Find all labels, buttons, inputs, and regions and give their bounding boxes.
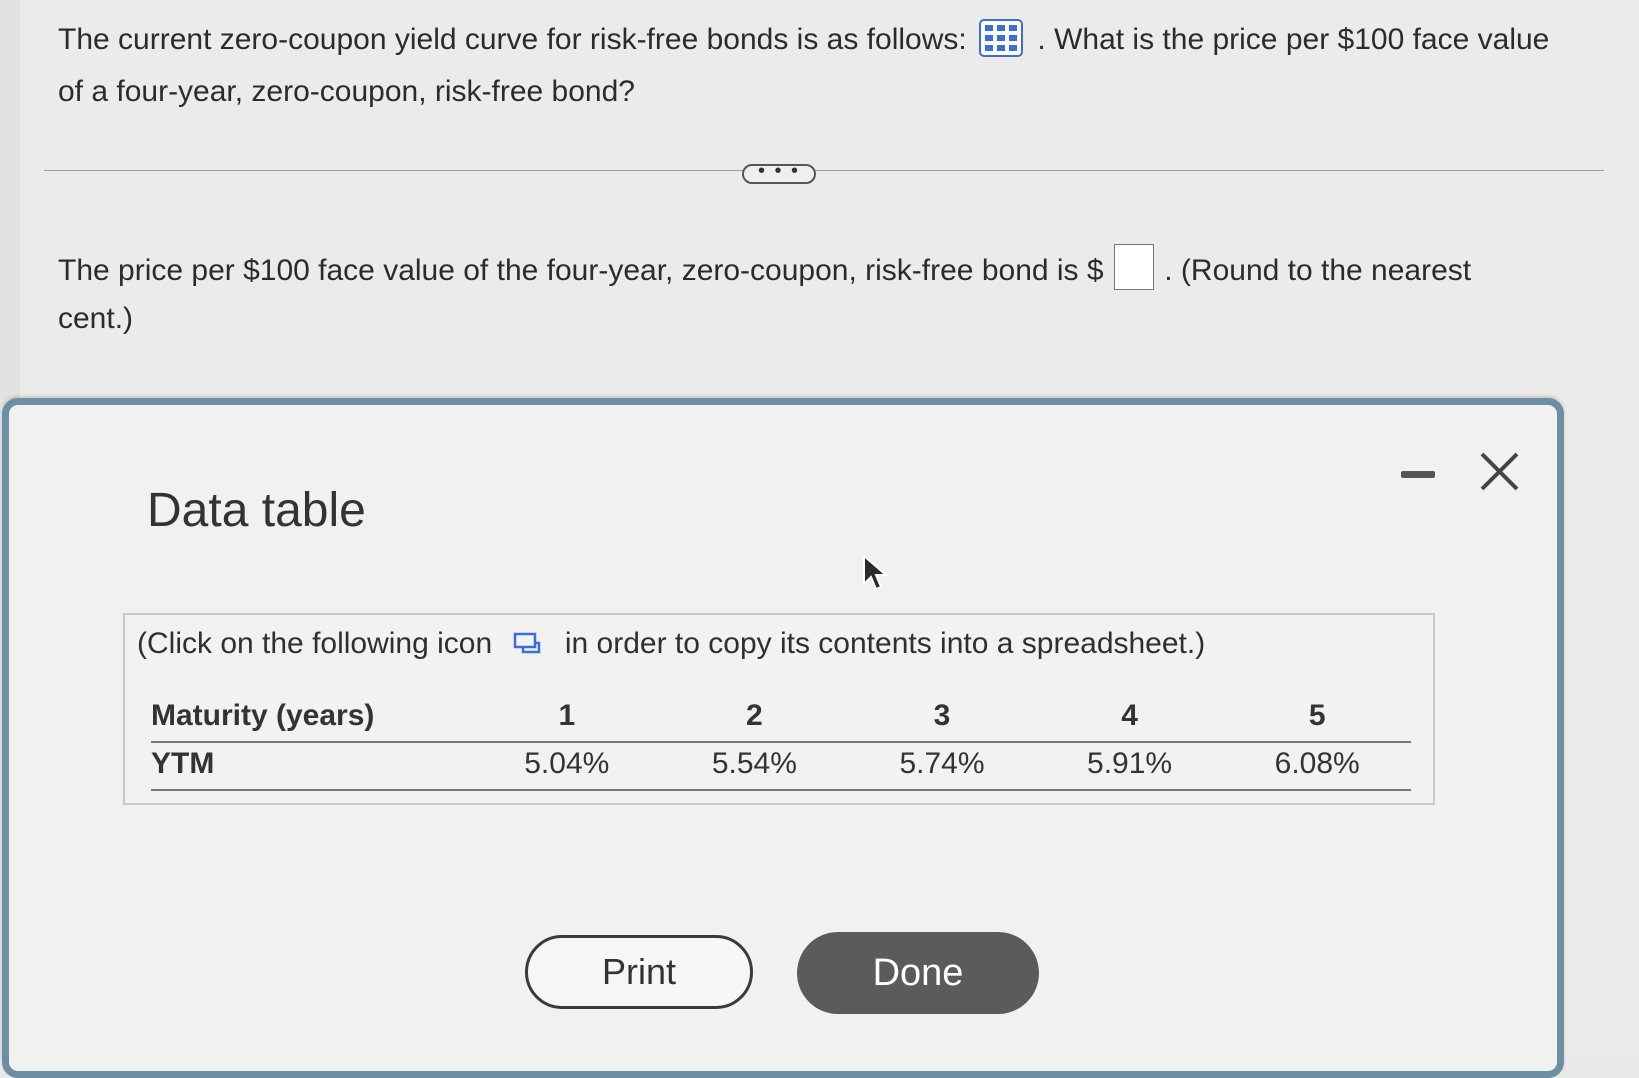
ytm-cell: 5.04%: [473, 742, 661, 791]
yield-curve-table: Maturity (years) 1 2 3 4 5 YTM 5.04% 5.5…: [151, 695, 1411, 791]
table-grid-icon[interactable]: [979, 19, 1024, 57]
answer-input[interactable]: [1113, 244, 1154, 290]
maturity-cell: 2: [660, 695, 849, 743]
ytm-cell: 5.91%: [1035, 742, 1224, 791]
table-row: Maturity (years) 1 2 3 4 5: [151, 695, 1411, 743]
question-text-part1: The current zero-coupon yield curve for …: [58, 23, 967, 56]
table-row: YTM 5.04% 5.54% 5.74% 5.91% 6.08%: [151, 742, 1411, 791]
maturity-cell: 4: [1035, 695, 1224, 743]
minimize-button[interactable]: [1401, 471, 1435, 478]
ytm-cell: 6.08%: [1223, 742, 1411, 791]
row-header-maturity: Maturity (years): [151, 695, 473, 743]
print-button[interactable]: Print: [525, 935, 753, 1009]
done-button[interactable]: Done: [797, 932, 1039, 1014]
close-icon: [1480, 452, 1519, 491]
mouse-pointer-icon: [862, 553, 889, 599]
maturity-cell: 5: [1223, 695, 1411, 743]
row-header-ytm: YTM: [151, 742, 473, 791]
ytm-cell: 5.74%: [848, 742, 1036, 791]
answer-text-part1: The price per $100 face value of the fou…: [58, 254, 1104, 287]
instruction-part2: in order to copy its contents into a spr…: [564, 627, 1206, 660]
instruction-part1: (Click on the following icon: [137, 627, 493, 660]
data-table-dialog: Data table (Click on the following icon …: [2, 398, 1564, 1078]
maturity-cell: 3: [848, 695, 1036, 743]
close-button[interactable]: [1477, 449, 1523, 495]
expand-more-button[interactable]: • • •: [742, 161, 816, 184]
ytm-cell: 5.54%: [660, 742, 849, 791]
maturity-cell: 1: [473, 695, 661, 743]
copy-to-spreadsheet-icon[interactable]: [513, 629, 543, 663]
dialog-title: Data table: [147, 484, 366, 537]
section-divider: [44, 170, 1604, 171]
answer-text: The price per $100 face value of the fou…: [58, 244, 1498, 343]
data-table-frame: (Click on the following icon in order to…: [123, 613, 1435, 805]
question-text: The current zero-coupon yield curve for …: [58, 14, 1578, 118]
copy-instruction: (Click on the following icon in order to…: [137, 627, 1205, 663]
